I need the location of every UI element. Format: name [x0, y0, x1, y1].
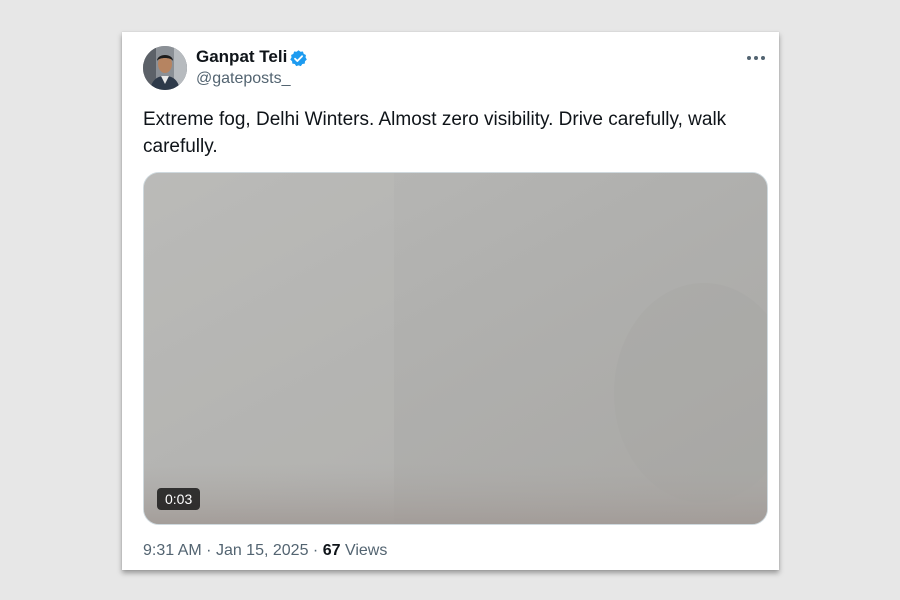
tweet-text: Extreme fog, Delhi Winters. Almost zero … — [143, 109, 727, 157]
tweet-time: 9:31 AM — [143, 542, 202, 559]
tweet-metadata: 9:31 AM · Jan 15, 2025 · 67 Views — [143, 542, 387, 560]
meta-separator: · — [206, 542, 212, 559]
video-duration-badge: 0:03 — [157, 488, 201, 510]
video-player[interactable]: 0:03 — [143, 172, 768, 525]
meta-separator: · — [312, 542, 319, 559]
tweet-card: Ganpat Teli @gateposts_ Extreme fog, Del… — [122, 32, 779, 570]
author-handle[interactable]: @gateposts_ — [196, 70, 291, 88]
author-avatar[interactable] — [143, 46, 187, 90]
tweet-date: Jan 15, 2025 — [215, 542, 309, 559]
views-label: Views — [344, 542, 388, 559]
tweet-timestamp[interactable]: 9:31 AM · Jan 15, 2025 — [143, 542, 308, 559]
verified-badge-icon — [289, 49, 308, 68]
more-options-icon[interactable] — [744, 48, 768, 68]
author-display-name[interactable]: Ganpat Teli — [196, 47, 287, 67]
views-count: 67 — [322, 542, 341, 559]
